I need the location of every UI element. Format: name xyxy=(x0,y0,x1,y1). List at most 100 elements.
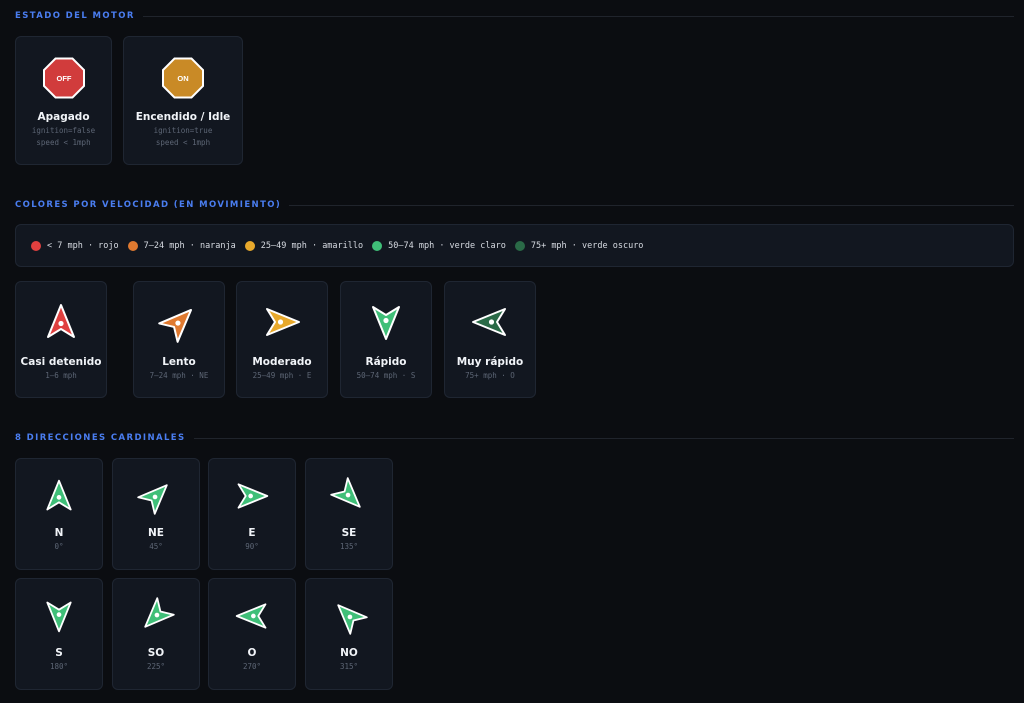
engine-card-line2: speed < 1mph xyxy=(155,138,211,147)
card-label: N xyxy=(54,527,64,539)
legend-dot xyxy=(31,240,41,251)
card-label: SO xyxy=(147,647,165,659)
stop-octagon-icon: OFF xyxy=(16,57,111,99)
octagon-off-shape: OFF xyxy=(42,57,85,99)
legend-text: 75+ mph · verde oscuro xyxy=(530,240,644,251)
arrow-east-icon xyxy=(209,478,295,514)
engine-card-off: OFF Apagado ignition=false speed < 1mph xyxy=(15,36,112,165)
card-sublabel: 0° xyxy=(54,542,64,551)
arrow-west-icon xyxy=(445,302,535,342)
card-sublabel: 90° xyxy=(245,542,259,551)
section-divider xyxy=(289,204,1014,206)
engine-card-line1: ignition=true xyxy=(153,126,213,135)
direction-card: O 270° xyxy=(208,578,296,690)
direction-card: S 180° xyxy=(15,578,103,690)
arrow-center-dot xyxy=(58,320,64,327)
card-label: SE xyxy=(341,527,357,539)
engine-card-line1: ignition=false xyxy=(31,126,96,135)
card-label: Rápido xyxy=(365,356,407,368)
arrow-east-icon xyxy=(266,308,300,336)
arrow-northeast-icon xyxy=(137,484,168,515)
speed-card: Muy rápido 75+ mph · O xyxy=(444,281,536,398)
direction-card: NE 45° xyxy=(112,458,200,570)
card-sublabel: 25–49 mph · E xyxy=(252,371,312,380)
legend-item-red: < 7 mph · rojo xyxy=(31,240,119,251)
arrow-southeast-icon xyxy=(306,477,392,514)
card-label: Moderado xyxy=(252,356,312,368)
arrow-southwest-icon xyxy=(144,597,175,628)
legend-dot xyxy=(514,240,525,251)
card-sublabel: 1–6 mph xyxy=(45,371,77,380)
card-sublabel: 45° xyxy=(149,542,163,551)
card-sublabel: 180° xyxy=(49,662,69,671)
legend-item-light-green: 50–74 mph · verde claro xyxy=(372,240,506,251)
arrow-center-dot xyxy=(383,317,389,324)
section-title-engine-text: ESTADO DEL MOTOR xyxy=(15,11,135,21)
section-title-engine: ESTADO DEL MOTOR xyxy=(15,11,1014,21)
arrow-center-dot xyxy=(277,319,284,325)
legend-dot xyxy=(244,240,255,251)
octagon-on-shape: ON xyxy=(162,57,204,99)
arrow-west-icon xyxy=(472,308,506,336)
card-sublabel: 225° xyxy=(146,662,166,671)
arrow-center-dot xyxy=(56,495,62,500)
direction-card: E 90° xyxy=(208,458,296,570)
arrow-west-icon xyxy=(235,603,267,629)
card-label: NE xyxy=(148,527,164,539)
arrow-north-icon xyxy=(47,304,75,338)
section-title-directions: 8 DIRECCIONES CARDINALES xyxy=(15,433,1014,443)
arrow-northwest-icon xyxy=(306,598,392,635)
section-title-speed-text: COLORES POR VELOCIDAD (EN MOVIMIENTO) xyxy=(15,200,282,210)
arrow-north-icon xyxy=(46,479,72,511)
legend-text: 50–74 mph · verde claro xyxy=(388,240,506,251)
arrow-northeast-icon xyxy=(158,308,193,343)
arrow-center-dot xyxy=(248,493,253,499)
arrow-southwest-icon xyxy=(113,597,199,634)
card-label: O xyxy=(247,647,257,659)
engine-card-line2: speed < 1mph xyxy=(36,138,91,147)
card-label: Casi detenido xyxy=(20,356,102,368)
card-label: NO xyxy=(340,647,358,659)
arrow-center-dot xyxy=(488,319,495,325)
direction-card: NO 315° xyxy=(305,578,393,690)
arrow-south-icon xyxy=(372,306,400,340)
engine-card-label: Encendido / Idle xyxy=(135,111,231,123)
arrow-south-icon xyxy=(341,302,431,342)
arrow-northeast-icon xyxy=(134,302,224,343)
section-title-directions-text: 8 DIRECCIONES CARDINALES xyxy=(15,433,186,443)
card-sublabel: 75+ mph · O xyxy=(465,371,515,380)
speed-legend: < 7 mph · rojo 7–24 mph · naranja 25–49 … xyxy=(15,224,1014,267)
arrow-north-icon xyxy=(16,302,106,342)
arrow-east-icon xyxy=(237,302,327,342)
card-label: E xyxy=(248,527,256,539)
legend-dot xyxy=(372,240,383,251)
engine-card-label: Apagado xyxy=(37,111,90,123)
speed-card: Casi detenido 1–6 mph xyxy=(15,281,107,398)
legend-item-dark-green: 75+ mph · verde oscuro xyxy=(514,240,644,251)
section-divider xyxy=(142,15,1014,17)
arrow-east-icon xyxy=(237,483,269,509)
arrow-west-icon xyxy=(209,598,295,634)
card-sublabel: 135° xyxy=(339,542,359,551)
card-sublabel: 270° xyxy=(242,662,262,671)
idle-octagon-icon: ON xyxy=(124,57,242,99)
arrow-northeast-icon xyxy=(113,478,199,515)
arrow-north-icon xyxy=(16,478,102,514)
card-sublabel: 315° xyxy=(339,662,359,671)
section-title-speed: COLORES POR VELOCIDAD (EN MOVIMIENTO) xyxy=(15,200,1014,210)
arrow-southeast-icon xyxy=(330,477,361,508)
octagon-off-label: OFF xyxy=(56,74,71,83)
legend-dot xyxy=(127,240,138,251)
speed-card: Rápido 50–74 mph · S xyxy=(340,281,432,398)
card-sublabel: 50–74 mph · S xyxy=(356,371,416,380)
arrow-center-dot xyxy=(251,613,256,619)
speed-card: Moderado 25–49 mph · E xyxy=(236,281,328,398)
speed-card: Lento 7–24 mph · NE xyxy=(133,281,225,398)
legend-item-orange: 7–24 mph · naranja xyxy=(127,240,236,251)
card-sublabel: 7–24 mph · NE xyxy=(149,371,209,380)
direction-card: SO 225° xyxy=(112,578,200,690)
engine-card-idle: ON Encendido / Idle ignition=true speed … xyxy=(123,36,243,165)
legend-item-yellow: 25–49 mph · amarillo xyxy=(244,240,363,251)
legend-text: 7–24 mph · naranja xyxy=(143,240,236,251)
card-label: Lento xyxy=(162,356,196,368)
